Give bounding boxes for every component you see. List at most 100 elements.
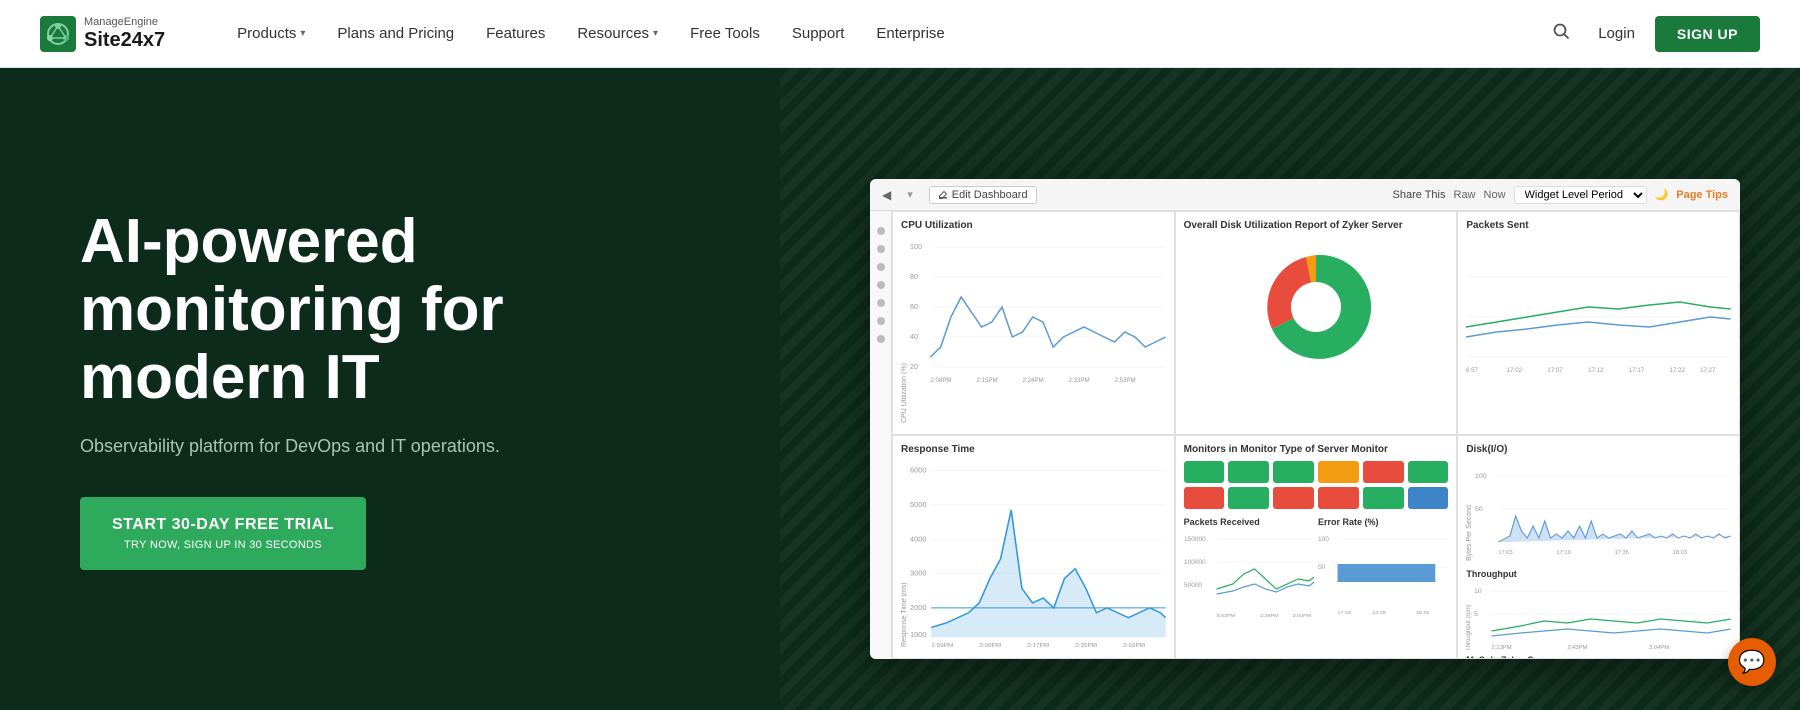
svg-text:2000: 2000 bbox=[910, 604, 927, 612]
svg-text:17:03: 17:03 bbox=[1499, 550, 1514, 556]
hero-left: AI-powered monitoring for modern IT Obse… bbox=[0, 148, 780, 631]
svg-text:17:35: 17:35 bbox=[1615, 550, 1630, 556]
dash-dropdown: ▾ bbox=[907, 188, 913, 201]
monitor-cell-blue bbox=[1408, 487, 1449, 509]
sidebar-dot bbox=[877, 299, 885, 307]
nav-links: Products ▾ Plans and Pricing Features Re… bbox=[225, 17, 1544, 50]
packets-sent-title: Packets Sent bbox=[1466, 220, 1731, 231]
cpu-chart: 100 80 60 40 20 bbox=[910, 237, 1166, 387]
svg-text:150000: 150000 bbox=[1184, 536, 1206, 543]
disk-io-title: Disk(I/O) bbox=[1466, 444, 1731, 455]
svg-text:4000: 4000 bbox=[910, 536, 927, 544]
signup-button[interactable]: SIGN UP bbox=[1655, 16, 1760, 52]
nav-products[interactable]: Products ▾ bbox=[225, 17, 317, 50]
monitor-grid bbox=[1184, 461, 1449, 509]
edit-icon bbox=[938, 190, 948, 200]
svg-text:1:59PM: 1:59PM bbox=[931, 642, 953, 647]
products-chevron-icon: ▾ bbox=[300, 28, 305, 39]
svg-text:100: 100 bbox=[910, 244, 922, 251]
search-icon bbox=[1552, 22, 1570, 40]
now-label: Now bbox=[1484, 189, 1506, 201]
svg-text:2:24PM: 2:24PM bbox=[1022, 378, 1043, 384]
nav-right: Login SIGN UP bbox=[1544, 16, 1760, 52]
monitor-cell-red2 bbox=[1184, 487, 1225, 509]
resources-chevron-icon: ▾ bbox=[653, 28, 658, 39]
monitor-row-1 bbox=[1184, 461, 1449, 483]
nav-features[interactable]: Features bbox=[474, 17, 557, 50]
throughput-sub: Throughput Throughput (rpm) 10 5 bbox=[1466, 569, 1731, 651]
page-tips-label: Page Tips bbox=[1676, 189, 1728, 201]
disk-util-panel: Overall Disk Utilization Report of Zyker… bbox=[1175, 211, 1458, 435]
svg-text:17:22: 17:22 bbox=[1670, 368, 1686, 374]
packets-recv-title: Packets Received bbox=[1184, 517, 1314, 527]
svg-text:17:25: 17:25 bbox=[1338, 610, 1352, 616]
throughput-y-label: Throughput (rpm) bbox=[1466, 581, 1472, 651]
svg-text:50: 50 bbox=[1318, 564, 1326, 571]
nav-support[interactable]: Support bbox=[780, 17, 857, 50]
logo-icon bbox=[40, 16, 76, 52]
svg-text:3:04PM: 3:04PM bbox=[1292, 613, 1311, 619]
svg-text:50: 50 bbox=[1475, 506, 1483, 512]
svg-text:2:13PM: 2:13PM bbox=[1492, 645, 1513, 651]
trial-btn-main: START 30-DAY FREE TRIAL bbox=[112, 515, 334, 536]
sidebar-dot bbox=[877, 263, 885, 271]
response-time-panel: Response Time Response Time (ms) 6000 50… bbox=[892, 435, 1175, 659]
monitor-cell-green bbox=[1184, 461, 1225, 483]
chat-button[interactable]: 💬 bbox=[1728, 638, 1776, 686]
packets-sent-chart: 6:57 17:02 17:07 17:12 17:17 17:22 17:27 bbox=[1466, 237, 1731, 377]
svg-text:1000: 1000 bbox=[910, 631, 927, 639]
svg-text:17:17: 17:17 bbox=[1629, 368, 1645, 374]
hero-subtitle: Observability platform for DevOps and IT… bbox=[80, 436, 700, 457]
nav-plans-pricing[interactable]: Plans and Pricing bbox=[325, 17, 466, 50]
monitor-row-2 bbox=[1184, 487, 1449, 509]
dash-back-icon[interactable]: ◀ bbox=[882, 188, 891, 202]
monitor-cell-green3 bbox=[1273, 461, 1314, 483]
svg-text:13:25: 13:25 bbox=[1372, 610, 1386, 616]
svg-text:2:35PM: 2:35PM bbox=[1075, 642, 1097, 647]
nav-enterprise[interactable]: Enterprise bbox=[864, 17, 956, 50]
dashboard-grid: CPU Utilization CPU Utilization (%) 100 … bbox=[892, 211, 1740, 659]
pie-chart-container bbox=[1184, 237, 1449, 377]
hero-right: ◀ ▾ Edit Dashboard Share This Raw Now Wi… bbox=[780, 68, 1800, 710]
svg-text:17:19: 17:19 bbox=[1557, 550, 1572, 556]
navbar: ManageEngine Site24x7 Products ▾ Plans a… bbox=[0, 0, 1800, 68]
mysql-title: MySql - Zyker Server bbox=[1466, 655, 1731, 659]
monitor-cell-red4 bbox=[1318, 487, 1359, 509]
search-button[interactable] bbox=[1544, 18, 1578, 49]
monitor-type-panel: Monitors in Monitor Type of Server Monit… bbox=[1175, 435, 1458, 659]
cpu-panel: CPU Utilization CPU Utilization (%) 100 … bbox=[892, 211, 1175, 435]
svg-text:60: 60 bbox=[910, 304, 918, 311]
sidebar-dot bbox=[877, 317, 885, 325]
sidebar-dot bbox=[877, 335, 885, 343]
share-this-label: Share This bbox=[1393, 189, 1446, 201]
response-chart: 6000 5000 4000 3000 2000 1000 bbox=[910, 461, 1166, 647]
monitor-cell-green6 bbox=[1363, 487, 1404, 509]
logo-site24x7: Site24x7 bbox=[84, 29, 165, 51]
svg-text:2:53PM: 2:53PM bbox=[1115, 378, 1136, 384]
logo[interactable]: ManageEngine Site24x7 bbox=[40, 16, 165, 52]
raw-label: Raw bbox=[1454, 189, 1476, 201]
chat-icon: 💬 bbox=[1738, 649, 1765, 675]
packets-recv-sub: Packets Received 150000 100000 50000 bbox=[1184, 517, 1314, 637]
nav-resources[interactable]: Resources ▾ bbox=[565, 17, 670, 50]
monitor-cell-red bbox=[1363, 461, 1404, 483]
svg-text:6000: 6000 bbox=[910, 467, 927, 475]
edit-dashboard-button[interactable]: Edit Dashboard bbox=[929, 186, 1037, 204]
svg-text:5000: 5000 bbox=[910, 501, 927, 509]
dashboard-body: CPU Utilization CPU Utilization (%) 100 … bbox=[870, 211, 1740, 659]
svg-text:3:03PM: 3:03PM bbox=[1123, 642, 1145, 647]
svg-text:20: 20 bbox=[910, 364, 918, 371]
login-link[interactable]: Login bbox=[1598, 25, 1635, 42]
trial-button[interactable]: START 30-DAY FREE TRIAL TRY NOW, SIGN UP… bbox=[80, 497, 366, 570]
svg-text:80: 80 bbox=[910, 274, 918, 281]
hero-title: AI-powered monitoring for modern IT bbox=[80, 208, 700, 413]
monitor-cell-orange bbox=[1318, 461, 1359, 483]
svg-text:10: 10 bbox=[1474, 588, 1482, 594]
svg-text:16:25: 16:25 bbox=[1416, 610, 1430, 616]
period-select[interactable]: Widget Level Period bbox=[1514, 186, 1647, 204]
dashboard-sidebar bbox=[870, 211, 892, 659]
nav-free-tools[interactable]: Free Tools bbox=[678, 17, 772, 50]
svg-text:3:04PM: 3:04PM bbox=[1649, 645, 1670, 651]
dashboard-preview: ◀ ▾ Edit Dashboard Share This Raw Now Wi… bbox=[870, 179, 1740, 659]
svg-text:5:52PM: 5:52PM bbox=[1216, 613, 1235, 619]
